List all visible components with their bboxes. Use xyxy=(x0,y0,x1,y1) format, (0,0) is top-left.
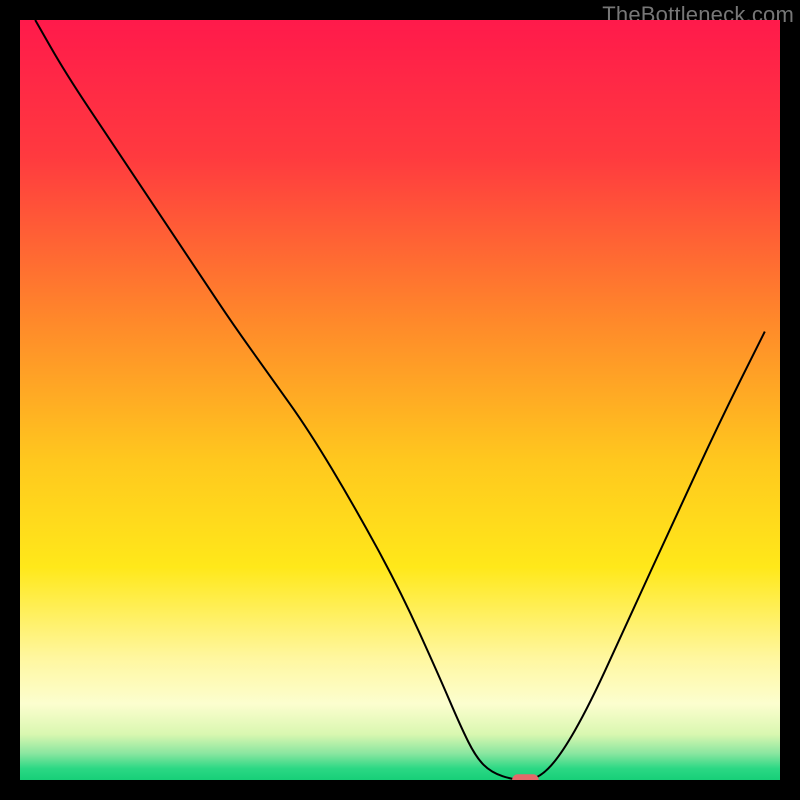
bottleneck-chart xyxy=(20,20,780,780)
gradient-background xyxy=(20,20,780,780)
optimal-point-marker xyxy=(512,774,539,780)
chart-frame: TheBottleneck.com xyxy=(0,0,800,800)
plot-area xyxy=(20,20,780,780)
